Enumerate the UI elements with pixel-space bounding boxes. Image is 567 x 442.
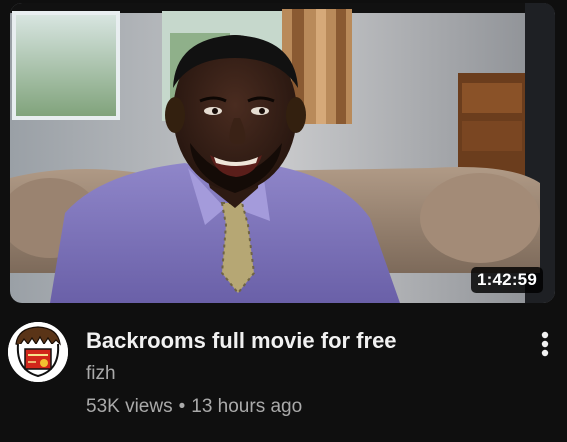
more-vert-icon bbox=[541, 331, 549, 357]
video-thumbnail[interactable]: 1:42:59 bbox=[10, 3, 555, 303]
thumbnail-image bbox=[10, 3, 555, 303]
channel-avatar[interactable] bbox=[8, 322, 68, 382]
video-stats: 53K views • 13 hours ago bbox=[86, 394, 516, 420]
duration-badge: 1:42:59 bbox=[471, 267, 543, 293]
view-count: 53K views bbox=[86, 396, 173, 417]
video-details: Backrooms full movie for free fizh 53K v… bbox=[86, 326, 516, 420]
channel-logo-icon bbox=[8, 322, 68, 382]
separator-dot: • bbox=[178, 396, 186, 417]
video-title[interactable]: Backrooms full movie for free bbox=[86, 326, 516, 356]
video-card[interactable]: 1:42:59 Backrooms full movie for free fi… bbox=[0, 0, 567, 442]
upload-age: 13 hours ago bbox=[191, 396, 303, 417]
channel-name[interactable]: fizh bbox=[86, 361, 516, 387]
more-options-button[interactable] bbox=[530, 328, 560, 360]
